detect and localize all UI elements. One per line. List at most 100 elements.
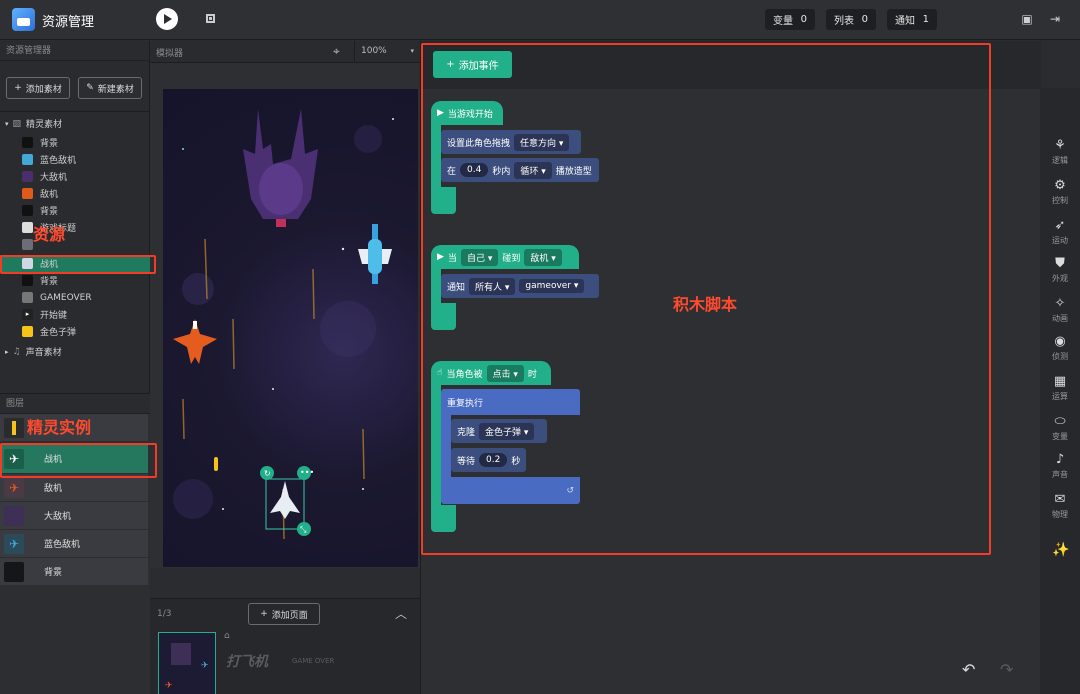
bg-thumb [4,561,24,582]
wait-block[interactable]: 等待 0.2 秒 [451,448,526,472]
toolbox-looks[interactable]: ⛊ 外观 [1040,256,1080,284]
notify-counter[interactable]: 通知 1 [887,9,937,30]
tree-item[interactable]: GAMEOVER [0,289,150,306]
drag-direction-dropdown[interactable]: 任意方向 ▾ [514,133,570,151]
svg-text:•••: ••• [300,468,314,477]
layer-thumb [4,417,24,438]
add-asset-button[interactable]: + 添加素材 [6,77,70,99]
notify-block[interactable]: 通知 所有人 ▾ gameover ▾ [441,274,599,298]
tree-item[interactable]: ▸ 开始键 [0,306,150,323]
layer-row[interactable]: ✈ 蓝色敌机 [0,530,148,558]
svg-text:↻: ↻ [264,469,271,478]
blue-enemy-thumb: ✈ [4,533,24,554]
app-title: 资源管理 [42,15,95,30]
save-icon[interactable]: ▣ [1020,12,1034,26]
plus-icon: + [260,609,268,619]
tree-item[interactable]: 背景 [0,202,150,219]
wait-duration-input[interactable]: 0.2 [479,453,508,467]
animation-icon: ✧ [1054,296,1066,311]
event-hat-collide[interactable]: ▶ 当自己 ▾ 碰到 敌机 ▾ [431,245,579,269]
tree-item[interactable]: 背景 [0,272,150,289]
add-page-button[interactable]: + 添加页面 [248,603,320,625]
duration-input[interactable]: 0.4 [460,163,489,177]
collider-dropdown[interactable]: 自己 ▾ [460,248,499,266]
tree-folder-sprites[interactable]: ▾ ▨ 精灵素材 [0,115,150,132]
undo-icon[interactable]: ↶ [962,660,975,679]
qr-code-icon[interactable] [206,14,215,23]
layer-row[interactable]: 背景 [0,558,148,586]
music-note-icon: ♫ [12,346,21,357]
event-body-rail [431,385,441,510]
toolbox-logic[interactable]: ⚘ 逻辑 [1040,138,1080,166]
event-hat-clicked[interactable]: ☝ 当角色被 点击 ▾ 时 [431,361,551,385]
tree-item[interactable]: 背景 [0,134,150,151]
toolbox-motion[interactable]: ➶ 运动 [1040,218,1080,246]
play-button[interactable] [156,8,178,30]
new-asset-button[interactable]: ✎ 新建素材 [78,77,142,99]
repeat-forever-block[interactable]: 重复执行 [441,389,580,415]
pointer-hand-icon: ☝ [437,368,443,378]
toolbox-variables[interactable]: ⬭ 变量 [1040,414,1080,442]
page-thumbnail-1[interactable]: ✈ ✈ [158,632,216,694]
big-enemy-thumb [4,505,24,526]
toolbox-control[interactable]: ⚙ 控制 [1040,178,1080,206]
magic-wand-icon[interactable]: ✨ [1052,542,1069,558]
layer-row[interactable]: ✈ 敌机 [0,474,148,502]
image-folder-icon: ▨ [12,118,22,129]
exit-icon[interactable]: ⇥ [1048,12,1062,26]
chevron-right-icon: ▸ [5,347,9,356]
loop-mode-dropdown[interactable]: 循环 ▾ [514,161,552,179]
microphone-icon: ♪ [1055,452,1065,467]
clone-target-dropdown[interactable]: 金色子弹 ▾ [479,422,535,440]
sprite-thumb [22,137,33,148]
toolbox-physics[interactable]: ✉ 物理 [1040,492,1080,520]
tree-item[interactable]: 游戏标题 [0,219,150,236]
clone-block[interactable]: 克隆 金色子弹 ▾ [451,419,547,443]
tree-item[interactable]: 蓝色敌机 [0,151,150,168]
page-counter: 1/3 [157,609,172,619]
message-dropdown[interactable]: gameover ▾ [519,279,585,293]
page-thumbnail-3-title[interactable]: GAME OVER [292,657,334,665]
variable-counter[interactable]: 变量 0 [765,9,815,30]
toolbox-operators[interactable]: ▦ 运算 [1040,374,1080,402]
blue-enemy-sprite [358,224,392,284]
play-circle-icon: ▶ [437,252,444,262]
play-costume-block[interactable]: 在 0.4 秒内 循环 ▾ 播放造型 [441,158,599,182]
sprite-thumb [22,222,33,233]
toolbox-animation[interactable]: ✧ 动画 [1040,296,1080,324]
toolbox-sensing[interactable]: ◉ 侦测 [1040,334,1080,362]
list-counter[interactable]: 列表 0 [826,9,876,30]
plus-icon: + [446,59,455,70]
zoom-select[interactable]: 100% ▾ [354,41,420,62]
repeat-rail [441,415,451,477]
target-dropdown[interactable]: 敌机 ▾ [524,248,562,266]
click-type-dropdown[interactable]: 点击 ▾ [486,364,524,382]
event-body-rail [431,125,441,195]
running-icon: ➶ [1054,218,1066,233]
script-toolbar [421,41,1041,89]
toolbox-sound[interactable]: ♪ 声音 [1040,452,1080,480]
tree-item[interactable]: 战机 [0,236,150,253]
redo-icon[interactable]: ↷ [1000,660,1013,679]
tree-item[interactable]: 大敌机 [0,168,150,185]
game-stage[interactable]: ↻ ••• ⤡ [163,89,418,567]
set-drag-block[interactable]: 设置此角色拖拽 任意方向 ▾ [441,130,581,154]
recipient-dropdown[interactable]: 所有人 ▾ [469,277,516,295]
tree-folder-sounds[interactable]: ▸ ♫ 声音素材 [0,343,150,360]
add-event-button[interactable]: + 添加事件 [433,51,512,78]
crosshair-icon[interactable]: ⌖ [333,44,340,59]
layer-row-selected[interactable]: ✈ 战机 [0,444,148,474]
radar-icon: ◉ [1054,334,1066,349]
page-thumbnail-2-title[interactable]: 打飞机 [226,651,268,671]
physics-icon: ✉ [1054,492,1066,507]
divider [0,111,150,112]
asset-panel-title: 资源管理器 [0,41,149,61]
tree-item[interactable]: 敌机 [0,185,150,202]
annotation-label-resources: 资源 [33,225,66,244]
tree-item-selected[interactable]: 战机 [0,255,150,272]
event-foot [431,505,456,532]
layer-row[interactable]: 大敌机 [0,502,148,530]
event-hat-game-start[interactable]: ▶ 当游戏开始 [431,101,503,125]
tree-item[interactable]: 金色子弹 [0,323,150,340]
chevron-up-icon[interactable]: ︿ [395,605,407,622]
